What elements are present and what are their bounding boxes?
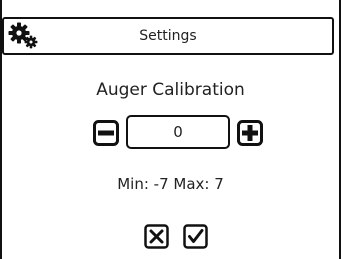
value-field[interactable]: 0 <box>126 115 230 149</box>
plus-icon[interactable] <box>237 120 263 146</box>
cancel-button[interactable] <box>144 224 169 249</box>
range-label: Min: -7 Max: 7 <box>117 175 224 193</box>
header-bar: Settings <box>2 17 334 55</box>
confirm-button[interactable] <box>183 224 208 249</box>
minus-icon[interactable] <box>93 120 119 146</box>
page-title: Settings <box>139 28 197 44</box>
quantity-stepper: 0 <box>0 115 341 151</box>
calibration-title: Auger Calibration <box>96 80 245 100</box>
